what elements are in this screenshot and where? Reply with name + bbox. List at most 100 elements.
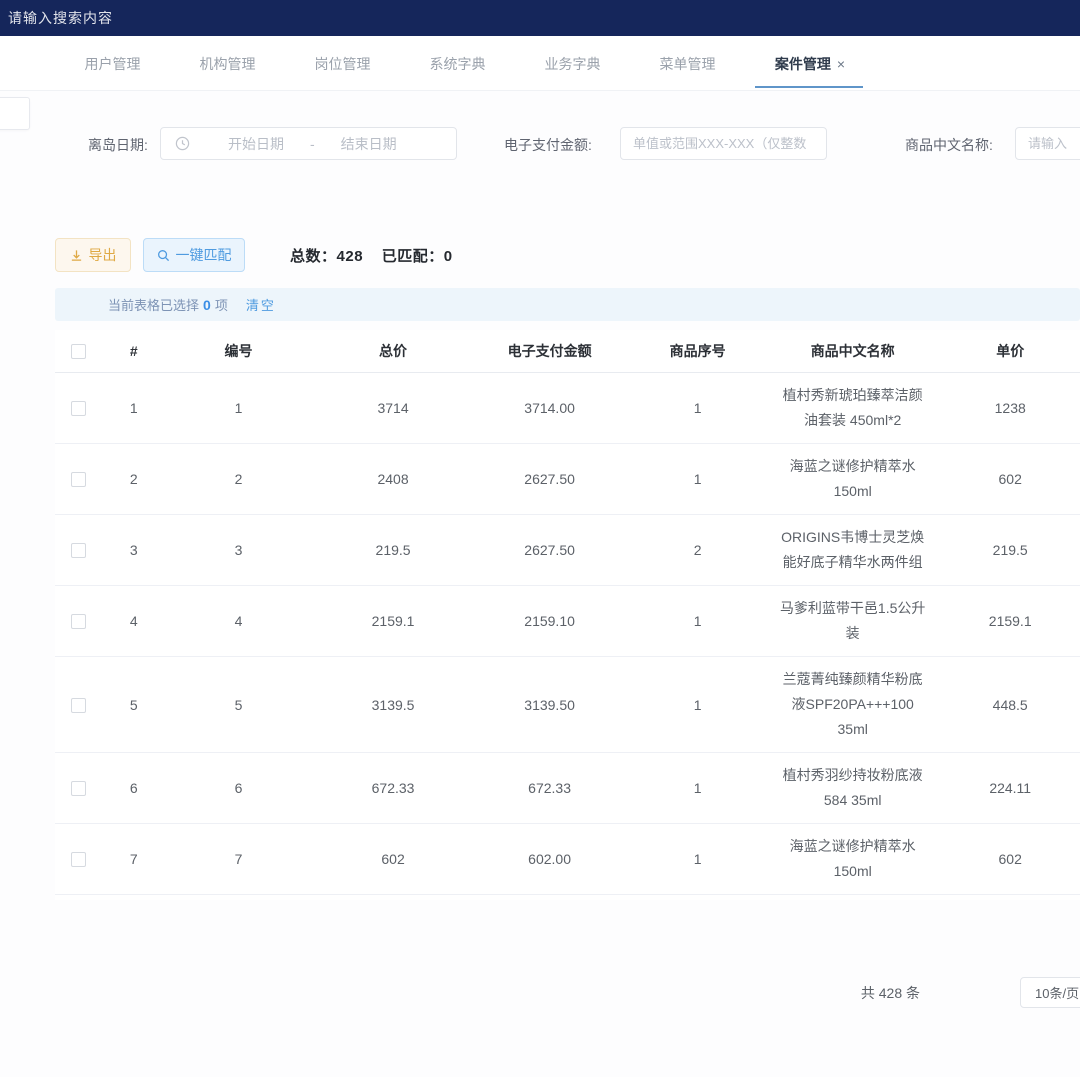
cell-code: 1	[165, 394, 313, 422]
cell-code: 6	[165, 774, 313, 802]
cell-code: 4	[165, 607, 313, 635]
cell-unit: 602	[935, 465, 1080, 493]
table-row: 4 4 2159.1 2159.10 1 马爹利蓝带干邑1.5公升装 2159.…	[55, 586, 1080, 657]
cell-unit: 219.5	[935, 536, 1080, 564]
active-tab-indicator	[755, 86, 863, 88]
cell-seq: 2	[625, 536, 770, 564]
col-total: 总价	[312, 337, 474, 365]
col-epay: 电子支付金额	[474, 337, 626, 365]
clock-icon	[175, 136, 190, 151]
table-row: 3 3 219.5 2627.50 2 ORIGINS韦博士灵芝焕能好底子精华水…	[55, 515, 1080, 586]
selection-prefix: 当前表格已选择	[108, 295, 199, 314]
cell-code: 7	[165, 845, 313, 873]
cell-unit: 448.5	[935, 691, 1080, 719]
cell-total: 2408	[312, 465, 474, 493]
global-search-input[interactable]: 请输入搜索内容	[8, 8, 113, 28]
amount-filter-label: 电子支付金额:	[504, 135, 592, 155]
cell-seq: 1	[625, 691, 770, 719]
cell-seq: 1	[625, 845, 770, 873]
cell-index: 3	[103, 536, 165, 564]
table-header-row: # 编号 总价 电子支付金额 商品序号 商品中文名称 单价	[55, 330, 1080, 373]
start-date-placeholder[interactable]: 开始日期	[228, 134, 284, 154]
cell-name: 海蓝之谜修护精萃水 150ml	[770, 824, 935, 894]
cell-name: 植村秀羽纱持妆粉底液 584 35ml	[770, 753, 935, 823]
row-checkbox[interactable]	[71, 614, 86, 629]
app-root: 请输入搜索内容 用户管理 机构管理 岗位管理 系统字典 业务字典 菜单管理 案件…	[0, 0, 1080, 1077]
row-checkbox[interactable]	[71, 781, 86, 796]
collapsed-side-panel[interactable]	[0, 97, 30, 130]
pagination-total: 共 428 条	[861, 983, 920, 1003]
selection-count: 0	[199, 297, 215, 313]
row-checkbox[interactable]	[71, 472, 86, 487]
page-size-value: 10条/页	[1035, 983, 1079, 1002]
one-click-match-button[interactable]: 一键匹配	[143, 238, 245, 272]
cell-unit: 224.11	[935, 774, 1080, 802]
page-size-select[interactable]: 10条/页	[1020, 977, 1080, 1008]
tab-user-management[interactable]: 用户管理	[55, 54, 170, 74]
cell-seq: 1	[625, 774, 770, 802]
clear-selection-link[interactable]: 清空	[246, 295, 276, 314]
date-range-picker[interactable]: 开始日期 - 结束日期	[160, 127, 457, 160]
export-button[interactable]: 导出	[55, 238, 131, 272]
cell-seq: 1	[625, 394, 770, 422]
total-value: 428	[337, 248, 364, 265]
toolbar: 导出 一键匹配 总数：428 已匹配：0	[55, 238, 1065, 272]
row-checkbox[interactable]	[71, 852, 86, 867]
cell-index: 5	[103, 691, 165, 719]
product-name-filter-label: 商品中文名称:	[905, 135, 993, 155]
col-code: 编号	[165, 337, 313, 365]
selection-suffix: 项	[215, 295, 228, 314]
end-date-placeholder[interactable]: 结束日期	[341, 134, 397, 154]
date-range-separator: -	[310, 136, 315, 152]
product-name-input[interactable]	[1015, 127, 1080, 160]
cell-total: 2159.1	[312, 607, 474, 635]
table-row: 6 6 672.33 672.33 1 植村秀羽纱持妆粉底液 584 35ml …	[55, 753, 1080, 824]
table-row: 1 1 3714 3714.00 1 植村秀新琥珀臻萃洁颜油套装 450ml*2…	[55, 373, 1080, 444]
cell-index: 7	[103, 845, 165, 873]
tab-case-management-label: 案件管理	[775, 56, 831, 72]
table-row: 8 8 1998.88 1998.88 1 卡诗菁纯亮泽经典香氛 499.7	[55, 895, 1080, 900]
tab-menu-management[interactable]: 菜单管理	[630, 54, 745, 74]
cell-unit: 1238	[935, 394, 1080, 422]
select-all-checkbox[interactable]	[71, 344, 86, 359]
cell-epay: 2627.50	[474, 536, 626, 564]
tab-system-dict[interactable]: 系统字典	[400, 54, 515, 74]
cell-index: 1	[103, 394, 165, 422]
row-checkbox[interactable]	[71, 401, 86, 416]
matched-label: 已匹配：	[382, 248, 444, 265]
row-checkbox[interactable]	[71, 543, 86, 558]
date-filter-label: 离岛日期:	[88, 135, 148, 155]
row-checkbox[interactable]	[71, 698, 86, 713]
matched-value: 0	[444, 248, 453, 265]
cell-code: 2	[165, 465, 313, 493]
select-all-cell	[55, 339, 103, 364]
cell-epay: 2627.50	[474, 465, 626, 493]
cell-epay: 2159.10	[474, 607, 626, 635]
tab-case-management[interactable]: 案件管理 ×	[745, 54, 875, 74]
col-seq: 商品序号	[625, 337, 770, 365]
tab-bar: 用户管理 机构管理 岗位管理 系统字典 业务字典 菜单管理 案件管理 ×	[0, 36, 1080, 91]
tab-org-management[interactable]: 机构管理	[170, 54, 285, 74]
cell-name: 海蓝之谜修护精萃水 150ml	[770, 444, 935, 514]
cell-unit: 2159.1	[935, 607, 1080, 635]
cell-epay: 3714.00	[474, 394, 626, 422]
amount-input[interactable]	[620, 127, 827, 160]
pagination-bar: 共 428 条 10条/页	[0, 975, 1080, 1009]
cell-epay: 672.33	[474, 774, 626, 802]
cell-seq: 1	[625, 607, 770, 635]
tab-close-icon[interactable]: ×	[837, 56, 845, 72]
col-name: 商品中文名称	[770, 337, 936, 365]
total-label: 总数：	[290, 248, 337, 265]
cell-unit: 602	[935, 845, 1080, 873]
cell-name: 兰蔻菁纯臻颜精华粉底液SPF20PA+++100 35ml	[770, 657, 935, 752]
tab-business-dict[interactable]: 业务字典	[515, 54, 630, 74]
cell-code: 5	[165, 691, 313, 719]
tab-post-management[interactable]: 岗位管理	[285, 54, 400, 74]
top-navbar: 请输入搜索内容	[0, 0, 1080, 36]
cell-code: 3	[165, 536, 313, 564]
filter-row: 离岛日期: 开始日期 - 结束日期 电子支付金额: 商品中文名称:	[0, 127, 1080, 161]
selection-info-bar: 当前表格已选择 0 项 清空	[55, 288, 1080, 321]
cell-total: 3714	[312, 394, 474, 422]
table-row: 7 7 602 602.00 1 海蓝之谜修护精萃水 150ml 602	[55, 824, 1080, 895]
cell-total: 672.33	[312, 774, 474, 802]
